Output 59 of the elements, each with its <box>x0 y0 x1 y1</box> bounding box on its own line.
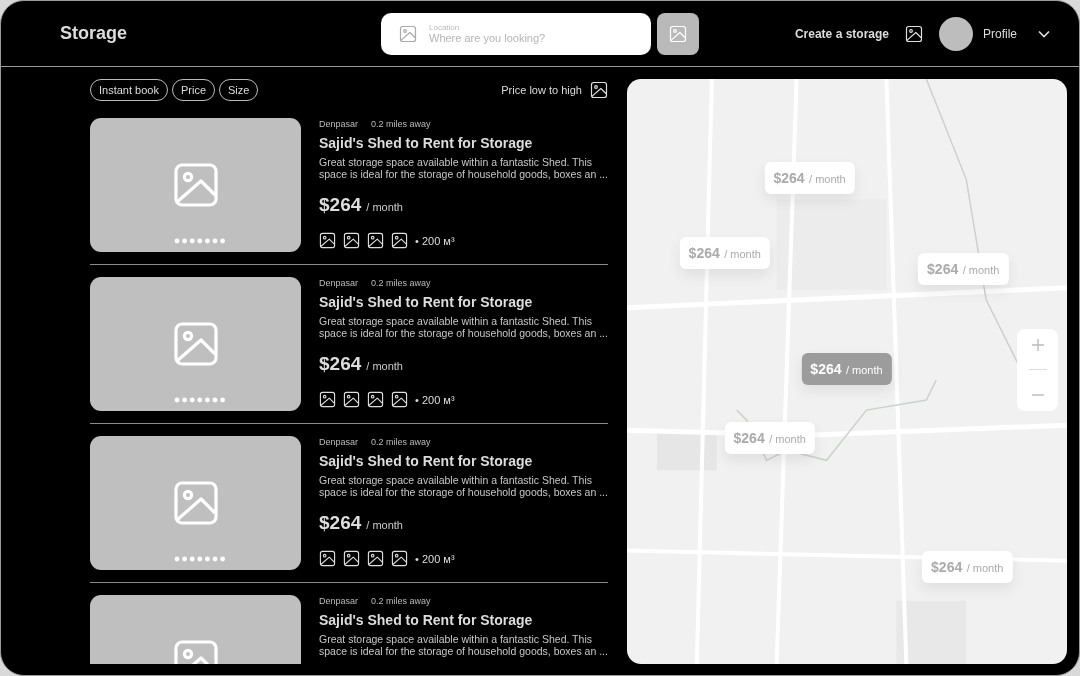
listing-description: Great storage space available within a fantastic Shed. This space is ideal for the storage of household goods, boxes an ... <box>319 474 608 499</box>
listing-title[interactable]: Sajid's Shed to Rent for Storage <box>319 294 608 310</box>
image-icon <box>669 24 687 43</box>
image-icon <box>319 232 336 250</box>
listing-image[interactable] <box>90 436 301 570</box>
profile-name: Profile <box>983 26 1017 41</box>
listing-distance: 0.2 miles away <box>371 596 431 606</box>
listing-title[interactable]: Sajid's Shed to Rent for Storage <box>319 612 608 628</box>
image-icon <box>171 161 220 209</box>
listing-city: Denpasar <box>319 596 359 606</box>
image-icon <box>905 24 923 43</box>
listing-price: $264 <box>319 353 362 376</box>
image-icon <box>391 391 408 409</box>
carousel-dots <box>174 238 226 244</box>
listing-city: Denpasar <box>319 278 359 288</box>
image-icon <box>391 550 408 568</box>
listing-size: • 200 м³ <box>415 552 455 565</box>
image-icon <box>367 232 384 250</box>
field-label: Location <box>429 23 461 32</box>
price-period: / month <box>366 360 403 373</box>
listing-description: Great storage space available within a fantastic Shed. This space is ideal for the storage of household goods, boxes an ... <box>319 156 608 181</box>
listing-size: • 200 м³ <box>415 234 455 247</box>
sort-label[interactable]: Price low to high <box>501 84 582 96</box>
image-icon <box>399 24 417 43</box>
image-icon <box>343 391 360 409</box>
image-icon <box>171 320 220 368</box>
image-icon <box>343 232 360 250</box>
listing-distance: 0.2 miles away <box>371 119 431 129</box>
zoom-in-icon[interactable] <box>1030 337 1045 352</box>
image-icon <box>391 232 408 250</box>
listing-city: Denpasar <box>319 119 359 129</box>
image-icon <box>343 550 360 568</box>
listing-distance: 0.2 miles away <box>371 437 431 447</box>
image-icon <box>171 479 220 527</box>
listing-description: Great storage space available within a fantastic Shed. This space is ideal for the storage of household goods, boxes an ... <box>319 315 608 340</box>
listing-price: $264 <box>319 512 362 535</box>
search-button[interactable] <box>657 12 699 55</box>
listing-city: Denpasar <box>319 437 359 447</box>
listing-description: Great storage space available within a fantastic Shed. This space is ideal for the storage of household goods, boxes an ... <box>319 633 608 658</box>
search-input[interactable]: Where are you looking? <box>429 32 609 44</box>
app-title: Storage <box>60 23 129 44</box>
avatar[interactable] <box>939 16 973 51</box>
carousel-dots <box>174 397 226 403</box>
listing-image[interactable] <box>90 277 301 411</box>
listing-title[interactable]: Sajid's Shed to Rent for Storage <box>319 135 608 151</box>
image-icon <box>367 550 384 568</box>
listing-title[interactable]: Sajid's Shed to Rent for Storage <box>319 453 608 469</box>
image-icon <box>319 550 336 568</box>
carousel-dots <box>174 556 226 562</box>
image-icon <box>367 391 384 409</box>
price-period: / month <box>366 519 403 532</box>
price-period: / month <box>366 201 403 214</box>
listing-price: $264 <box>319 194 362 217</box>
create-storage-link[interactable]: Create a storage <box>794 26 889 41</box>
listing-distance: 0.2 miles away <box>371 278 431 288</box>
listing-size: • 200 м³ <box>415 393 455 406</box>
image-icon <box>590 81 608 99</box>
image-icon <box>319 391 336 409</box>
listing-image[interactable] <box>90 118 301 252</box>
